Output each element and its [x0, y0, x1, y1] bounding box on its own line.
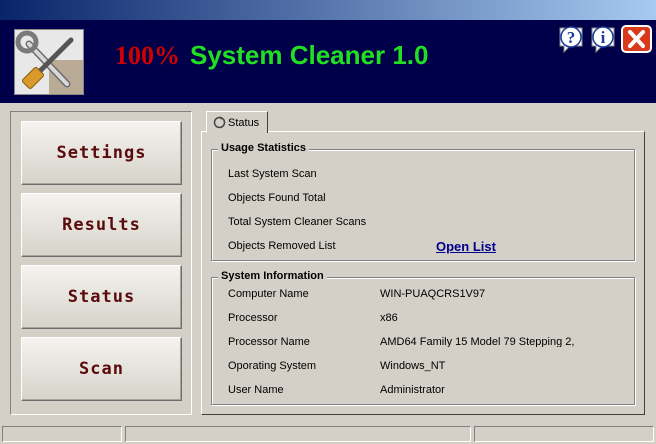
settings-button[interactable]: Settings: [21, 121, 182, 185]
status-bar-panel-2: [125, 426, 471, 442]
svg-text:?: ?: [567, 28, 576, 47]
usage-statistics-title: Usage Statistics: [218, 142, 309, 154]
processor-name-label: Processor Name: [228, 336, 310, 348]
total-scans-label: Total System Cleaner Scans: [228, 216, 367, 228]
open-list-link[interactable]: Open List: [436, 239, 496, 254]
objects-found-total-label: Objects Found Total: [228, 192, 326, 204]
wrench-screwdriver-logo-icon: [14, 29, 84, 95]
results-button[interactable]: Results: [21, 193, 182, 257]
status-tab-panel: Usage Statistics Last System Scan Object…: [201, 131, 645, 415]
user-name-value: Administrator: [380, 384, 445, 396]
app-header: 100% System Cleaner 1.0 ? i: [0, 20, 656, 103]
processor-label: Processor: [228, 312, 278, 324]
operating-system-label: Oporating System: [228, 360, 317, 372]
scan-button[interactable]: Scan: [21, 337, 182, 401]
close-x-icon[interactable]: [621, 25, 652, 55]
navigation-panel: Settings Results Status Scan: [10, 111, 192, 415]
window-titlebar[interactable]: [0, 0, 656, 20]
status-bar-panel-1: [2, 426, 122, 442]
processor-value: x86: [380, 312, 398, 324]
status-button[interactable]: Status: [21, 265, 182, 329]
usage-statistics-group: Usage Statistics Last System Scan Object…: [211, 142, 635, 261]
app-title-percent: 100%: [115, 41, 180, 70]
info-icon[interactable]: i: [588, 24, 618, 54]
objects-removed-list-label: Objects Removed List: [228, 240, 336, 252]
tab-status[interactable]: Status: [206, 111, 268, 133]
svg-text:i: i: [601, 28, 606, 47]
status-bar: [0, 424, 656, 444]
computer-name-label: Computer Name: [228, 288, 309, 300]
app-title: 100% System Cleaner 1.0: [115, 40, 428, 71]
system-information-group: System Information Computer Name WIN-PUA…: [211, 270, 635, 405]
processor-name-value: AMD64 Family 15 Model 79 Stepping 2,: [380, 336, 575, 347]
system-information-title: System Information: [218, 270, 327, 282]
status-bar-panel-3: [474, 426, 654, 442]
user-name-label: User Name: [228, 384, 284, 396]
computer-name-value: WIN-PUAQCRS1V97: [380, 288, 486, 300]
tab-status-label: Status: [228, 116, 260, 129]
last-system-scan-label: Last System Scan: [228, 168, 317, 180]
refresh-icon: [213, 116, 226, 129]
operating-system-value: Windows_NT: [380, 360, 446, 372]
app-title-name: System Cleaner 1.0: [190, 40, 429, 70]
question-mark-icon[interactable]: ?: [556, 24, 586, 54]
